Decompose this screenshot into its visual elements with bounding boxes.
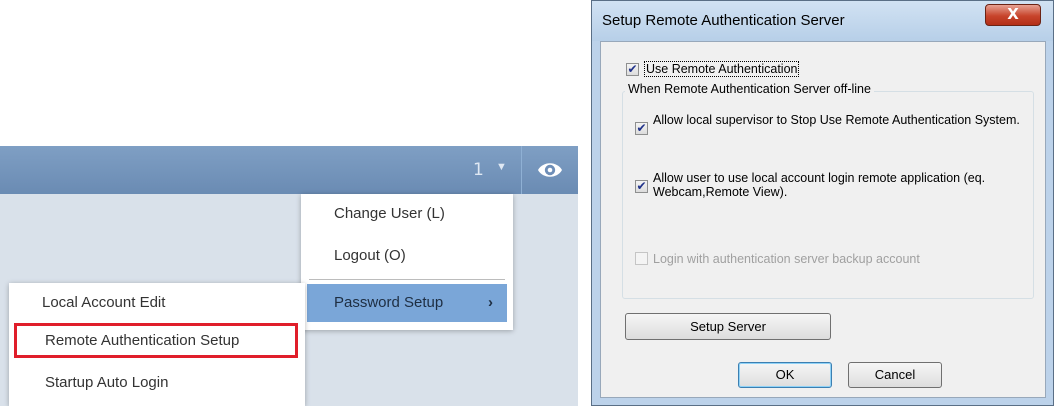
toolbar-divider bbox=[521, 146, 522, 194]
dialog-title-bar: Setup Remote Authentication Server X bbox=[592, 1, 1053, 41]
user-count[interactable]: 1 bbox=[473, 160, 484, 180]
dialog-title: Setup Remote Authentication Server bbox=[602, 12, 845, 29]
menu-item-password-setup[interactable]: Password Setup › bbox=[307, 284, 507, 322]
caret-down-icon[interactable]: ▼ bbox=[496, 161, 507, 173]
chevron-right-icon: › bbox=[488, 294, 493, 311]
close-button[interactable]: X bbox=[985, 4, 1041, 26]
offline-options-caption: When Remote Authentication Server off-li… bbox=[625, 82, 874, 96]
checkmark-icon: ✔ bbox=[636, 179, 647, 193]
allow-local-login-label[interactable]: Allow user to use local account login re… bbox=[653, 171, 1028, 199]
eye-icon[interactable] bbox=[535, 157, 565, 183]
setup-remote-auth-dialog: Setup Remote Authentication Server X ✔ U… bbox=[591, 0, 1054, 406]
highlight-annotation-box bbox=[14, 323, 298, 358]
menu-item-logout[interactable]: Logout (O) bbox=[301, 236, 513, 276]
top-toolbar: 1 ▼ bbox=[0, 146, 578, 194]
menu-item-startup-auto-login[interactable]: Startup Auto Login bbox=[9, 363, 305, 403]
use-remote-auth-checkbox[interactable]: ✔ bbox=[626, 63, 639, 76]
menu-item-local-account-edit[interactable]: Local Account Edit bbox=[9, 283, 305, 323]
user-menu: Change User (L) Logout (O) Password Setu… bbox=[301, 194, 513, 330]
menu-divider bbox=[309, 279, 505, 280]
dialog-body: ✔ Use Remote Authentication When Remote … bbox=[600, 41, 1046, 398]
menu-item-label: Change User (L) bbox=[334, 205, 445, 222]
menu-item-change-user[interactable]: Change User (L) bbox=[301, 194, 513, 234]
menu-item-label: Local Account Edit bbox=[42, 294, 166, 311]
allow-supervisor-stop-label[interactable]: Allow local supervisor to Stop Use Remot… bbox=[653, 113, 1028, 127]
setup-server-button[interactable]: Setup Server bbox=[625, 313, 831, 340]
menu-item-label: Password Setup bbox=[334, 294, 444, 311]
password-setup-submenu: Local Account Edit Remote Authentication… bbox=[9, 283, 305, 406]
menu-item-label: Logout (O) bbox=[334, 247, 406, 264]
allow-local-login-checkbox[interactable]: ✔ bbox=[635, 180, 648, 193]
use-remote-auth-label[interactable]: Use Remote Authentication bbox=[644, 61, 800, 77]
checkmark-icon: ✔ bbox=[627, 62, 638, 76]
ok-button[interactable]: OK bbox=[738, 362, 832, 388]
checkmark-icon: ✔ bbox=[636, 121, 647, 135]
backup-account-login-checkbox[interactable] bbox=[635, 252, 648, 265]
close-icon: X bbox=[1007, 5, 1019, 23]
cancel-button[interactable]: Cancel bbox=[848, 362, 942, 388]
menu-item-label: Startup Auto Login bbox=[45, 374, 169, 391]
allow-supervisor-stop-checkbox[interactable]: ✔ bbox=[635, 122, 648, 135]
backup-account-login-label: Login with authentication server backup … bbox=[653, 252, 920, 266]
